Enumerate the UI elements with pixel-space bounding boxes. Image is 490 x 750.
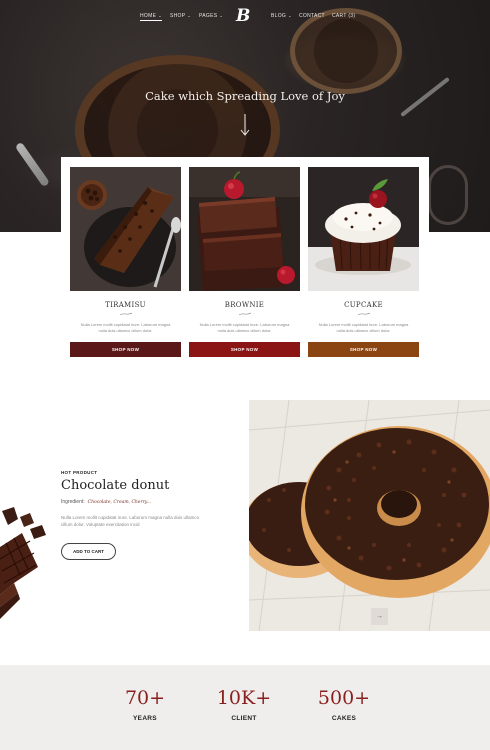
stat-label: CLIENT (231, 715, 257, 722)
stat-number: 70+ (124, 687, 166, 709)
tiramisu-photo (70, 167, 181, 291)
ingredients-label: Ingredient: (61, 499, 85, 505)
nav-contact-label: CONTACT (299, 13, 325, 19)
swash-divider-icon (119, 312, 132, 316)
stat-years: 70+ YEARS (100, 687, 190, 722)
ingredients-line: Ingredient: Chocolate, Cream, Cherry... (61, 499, 151, 505)
product-description: Nulla Lorem mollit cupidatat irure. Labo… (199, 322, 290, 333)
product-image-tiramisu[interactable] (70, 167, 181, 291)
shop-now-button-brownie[interactable]: SHOP NOW (189, 342, 300, 357)
hero-cup (428, 165, 468, 225)
product-name: CUPCAKE (344, 301, 383, 309)
product-name: BROWNIE (224, 301, 265, 309)
donut-photo (249, 400, 490, 631)
stat-number: 10K+ (216, 687, 272, 709)
product-description: Nulla Lorem mollit cupidatat irure. Labo… (80, 322, 171, 333)
stat-number: 500+ (317, 687, 371, 709)
stat-clients: 10K+ CLIENT (199, 687, 289, 722)
site-logo[interactable]: B (236, 6, 250, 26)
hot-product-description: Nulla Lorem mollit cupidatat irure. Labo… (61, 515, 200, 527)
product-card-cupcake: CUPCAKE Nulla Lorem mollit cupidatat iru… (308, 167, 419, 357)
products-panel: TIRAMISU Nulla Lorem mollit cupidatat ir… (61, 157, 429, 369)
add-to-cart-button[interactable]: ADD TO CART (61, 543, 116, 560)
shop-now-button-cupcake[interactable]: SHOP NOW (308, 342, 419, 357)
hot-product-title: Chocolate donut (61, 478, 170, 493)
nav-shop[interactable]: SHOP ⌄ (170, 13, 191, 19)
chevron-down-icon: ⌄ (158, 13, 162, 18)
arrow-down-icon[interactable] (239, 113, 251, 137)
cupcake-photo (308, 167, 419, 291)
chevron-down-icon: ⌄ (187, 13, 192, 18)
donut-image (249, 400, 490, 631)
product-card-tiramisu: TIRAMISU Nulla Lorem mollit cupidatat ir… (70, 167, 181, 357)
nav-blog[interactable]: BLOG ⌄ (271, 13, 292, 19)
nav-contact[interactable]: CONTACT (299, 13, 325, 19)
nav-home[interactable]: HOME ⌄ (140, 13, 162, 21)
nav-cart[interactable]: CART (3) (332, 13, 355, 19)
nav-shop-label: SHOP (170, 13, 186, 19)
stat-label: YEARS (133, 715, 157, 722)
product-image-cupcake[interactable] (308, 167, 419, 291)
product-image-brownie[interactable] (189, 167, 300, 291)
nav-pages[interactable]: PAGES ⌄ (199, 13, 223, 19)
product-description: Nulla Lorem mollit cupidatat irure. Labo… (318, 322, 409, 333)
stat-label: CAKES (331, 715, 357, 722)
chevron-down-icon: ⌄ (288, 13, 292, 18)
brownie-photo (189, 167, 300, 291)
chevron-down-icon: ⌄ (219, 13, 224, 18)
nav-blog-label: BLOG (271, 13, 287, 19)
hot-product-tag: HOT PRODUCT (61, 470, 98, 475)
nav-pages-label: PAGES (199, 13, 218, 19)
hero-title: Cake which Spreading Love of Joy (145, 89, 345, 103)
stats-section: 70+ YEARS 10K+ CLIENT 500+ CAKES (0, 665, 490, 750)
nav-home-label: HOME (140, 13, 157, 19)
swash-divider-icon (238, 312, 251, 316)
nav-cart-label: CART (3) (332, 13, 356, 19)
arrow-right-icon[interactable]: → (371, 608, 388, 625)
stat-cakes: 500+ CAKES (299, 687, 389, 722)
shop-now-button-tiramisu[interactable]: SHOP NOW (70, 342, 181, 357)
product-name: TIRAMISU (105, 301, 146, 309)
chocolate-bar-image (0, 507, 46, 619)
swash-divider-icon (357, 312, 370, 316)
product-card-brownie: BROWNIE Nulla Lorem mollit cupidatat iru… (189, 167, 300, 357)
top-nav: HOME ⌄ SHOP ⌄ PAGES ⌄ B BLOG ⌄ CONTACT CART … (0, 0, 490, 32)
ingredients-value: Chocolate, Cream, Cherry... (87, 500, 151, 505)
